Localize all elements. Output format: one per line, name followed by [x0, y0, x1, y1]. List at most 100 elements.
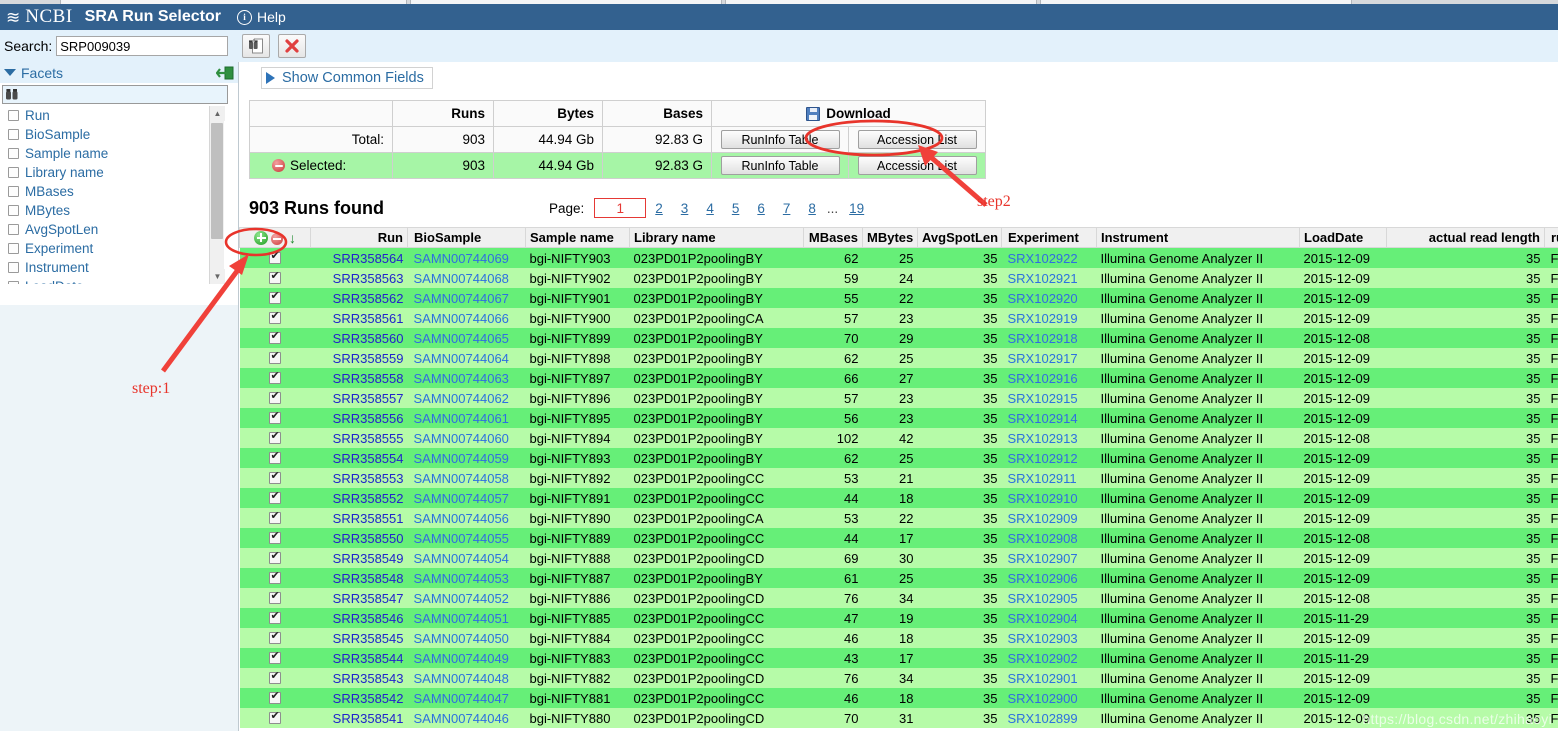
- page-link-last[interactable]: 19: [849, 201, 864, 216]
- row-checkbox[interactable]: [269, 710, 281, 724]
- cell-text[interactable]: SRX102917: [1008, 351, 1078, 366]
- facet-item[interactable]: LoadDate: [2, 277, 214, 284]
- row-checkbox[interactable]: [269, 590, 281, 604]
- cell-text[interactable]: SAMN00744063: [414, 371, 509, 386]
- facet-checkbox[interactable]: [8, 167, 19, 178]
- cell-text[interactable]: SRX102912: [1008, 451, 1078, 466]
- row-checkbox[interactable]: [269, 270, 281, 284]
- table-row[interactable]: SRR358553 SAMN00744058 bgi-NIFTY892 023PD01…: [239, 468, 1558, 488]
- row-select-cell[interactable]: [239, 268, 311, 288]
- row-select-cell[interactable]: [239, 448, 311, 468]
- cell-text[interactable]: SRR358559: [333, 351, 404, 366]
- col-biosample[interactable]: BioSample: [407, 227, 526, 248]
- col-instrument[interactable]: Instrument: [1096, 227, 1300, 248]
- facet-filter-input[interactable]: [2, 85, 228, 104]
- col-avgspotlen[interactable]: AvgSpotLen: [917, 227, 1002, 248]
- table-row[interactable]: SRR358552 SAMN00744057 bgi-NIFTY891 023PD01…: [239, 488, 1558, 508]
- cell-text[interactable]: SAMN00744058: [414, 471, 509, 486]
- row-select-cell[interactable]: [239, 568, 311, 588]
- cell-text[interactable]: SRR358546: [333, 611, 404, 626]
- cell-text[interactable]: SRX102921: [1008, 271, 1078, 286]
- table-row[interactable]: SRR358551 SAMN00744056 bgi-NIFTY890 023PD01…: [239, 508, 1558, 528]
- cell-text[interactable]: SAMN00744053: [414, 571, 509, 586]
- row-select-cell[interactable]: [239, 548, 311, 568]
- row-checkbox[interactable]: [269, 690, 281, 704]
- row-checkbox[interactable]: [269, 570, 281, 584]
- cell-text[interactable]: SRR358563: [333, 271, 404, 286]
- table-row[interactable]: SRR358546 SAMN00744051 bgi-NIFTY885 023PD01…: [239, 608, 1558, 628]
- cell-text[interactable]: SRX102906: [1008, 571, 1078, 586]
- cell-text[interactable]: SRR358550: [333, 531, 404, 546]
- table-row[interactable]: SRR358556 SAMN00744061 bgi-NIFTY895 023PD01…: [239, 408, 1558, 428]
- cell-text[interactable]: SAMN00744061: [414, 411, 509, 426]
- facet-item[interactable]: Sample name: [2, 144, 214, 163]
- facet-item[interactable]: MBytes: [2, 201, 214, 220]
- cell-text[interactable]: SRR358557: [333, 391, 404, 406]
- page-link[interactable]: 6: [757, 201, 765, 216]
- facet-item[interactable]: BioSample: [2, 125, 214, 144]
- ncbi-logo[interactable]: ≋ NCBI: [0, 6, 83, 28]
- facet-item[interactable]: Library name: [2, 163, 214, 182]
- table-row[interactable]: SRR358555 SAMN00744060 bgi-NIFTY894 023PD01…: [239, 428, 1558, 448]
- sort-down-arrow-icon[interactable]: ↓: [289, 230, 296, 246]
- row-checkbox[interactable]: [269, 550, 281, 564]
- row-checkbox[interactable]: [269, 450, 281, 464]
- cell-text[interactable]: SAMN00744062: [414, 391, 509, 406]
- page-link[interactable]: 2: [655, 201, 663, 216]
- row-checkbox[interactable]: [269, 370, 281, 384]
- row-checkbox[interactable]: [269, 430, 281, 444]
- cell-text[interactable]: SRX102914: [1008, 411, 1078, 426]
- facet-checkbox[interactable]: [8, 224, 19, 235]
- col-run[interactable]: Run: [310, 227, 408, 248]
- cell-text[interactable]: SRX102916: [1008, 371, 1078, 386]
- facet-scrollbar[interactable]: ▲ ▼: [209, 106, 225, 284]
- cell-text[interactable]: SRX102922: [1008, 251, 1078, 266]
- scrollbar-thumb[interactable]: [211, 123, 223, 239]
- row-select-cell[interactable]: [239, 368, 311, 388]
- cell-text[interactable]: SAMN00744056: [414, 511, 509, 526]
- cell-text[interactable]: SAMN00744065: [414, 331, 509, 346]
- table-row[interactable]: SRR358557 SAMN00744062 bgi-NIFTY896 023PD01…: [239, 388, 1558, 408]
- clear-search-button[interactable]: [278, 34, 307, 58]
- row-select-cell[interactable]: [239, 468, 311, 488]
- cell-text[interactable]: SRX102909: [1008, 511, 1078, 526]
- facet-item[interactable]: Instrument: [2, 258, 214, 277]
- row-checkbox[interactable]: [269, 630, 281, 644]
- cell-text[interactable]: SAMN00744069: [414, 251, 509, 266]
- row-checkbox[interactable]: [269, 490, 281, 504]
- row-select-cell[interactable]: [239, 668, 311, 688]
- cell-text[interactable]: SRX102918: [1008, 331, 1078, 346]
- cell-text[interactable]: SAMN00744057: [414, 491, 509, 506]
- page-link[interactable]: 8: [808, 201, 816, 216]
- row-select-cell[interactable]: [239, 408, 311, 428]
- table-row[interactable]: SRR358564 SAMN00744069 bgi-NIFTY903 023PD01…: [239, 247, 1558, 268]
- row-checkbox[interactable]: [269, 330, 281, 344]
- cell-text[interactable]: SRX102904: [1008, 611, 1078, 626]
- facet-checkbox[interactable]: [8, 281, 19, 284]
- row-select-cell[interactable]: [239, 348, 311, 368]
- row-checkbox[interactable]: [269, 310, 281, 324]
- cell-text[interactable]: SRX102913: [1008, 431, 1078, 446]
- table-row[interactable]: SRR358547 SAMN00744052 bgi-NIFTY886 023PD01…: [239, 588, 1558, 608]
- cell-text[interactable]: SRR358541: [333, 711, 404, 726]
- facet-item[interactable]: Run: [2, 106, 214, 125]
- cell-text[interactable]: SAMN00744064: [414, 351, 509, 366]
- help-link[interactable]: i Help: [236, 9, 286, 25]
- cell-text[interactable]: SRR358549: [333, 551, 404, 566]
- cell-text[interactable]: SAMN00744049: [414, 651, 509, 666]
- row-checkbox[interactable]: [269, 670, 281, 684]
- table-row[interactable]: SRR358549 SAMN00744054 bgi-NIFTY888 023PD01…: [239, 548, 1558, 568]
- facet-checkbox[interactable]: [8, 148, 19, 159]
- page-link[interactable]: 5: [732, 201, 740, 216]
- row-select-cell[interactable]: [239, 308, 311, 328]
- page-link[interactable]: 3: [681, 201, 689, 216]
- page-link[interactable]: 7: [783, 201, 791, 216]
- cell-text[interactable]: SRX102919: [1008, 311, 1078, 326]
- table-row[interactable]: SRR358548 SAMN00744053 bgi-NIFTY887 023PD01…: [239, 568, 1558, 588]
- table-row[interactable]: SRR358561 SAMN00744066 bgi-NIFTY900 023PD01…: [239, 308, 1558, 328]
- cell-text[interactable]: SAMN00744051: [414, 611, 509, 626]
- col-run-flowcell[interactable]: run: [1544, 227, 1558, 248]
- selected-runinfo-table-button[interactable]: RunInfo Table: [720, 156, 840, 175]
- page-current[interactable]: 1: [594, 198, 647, 218]
- row-select-cell[interactable]: [239, 388, 311, 408]
